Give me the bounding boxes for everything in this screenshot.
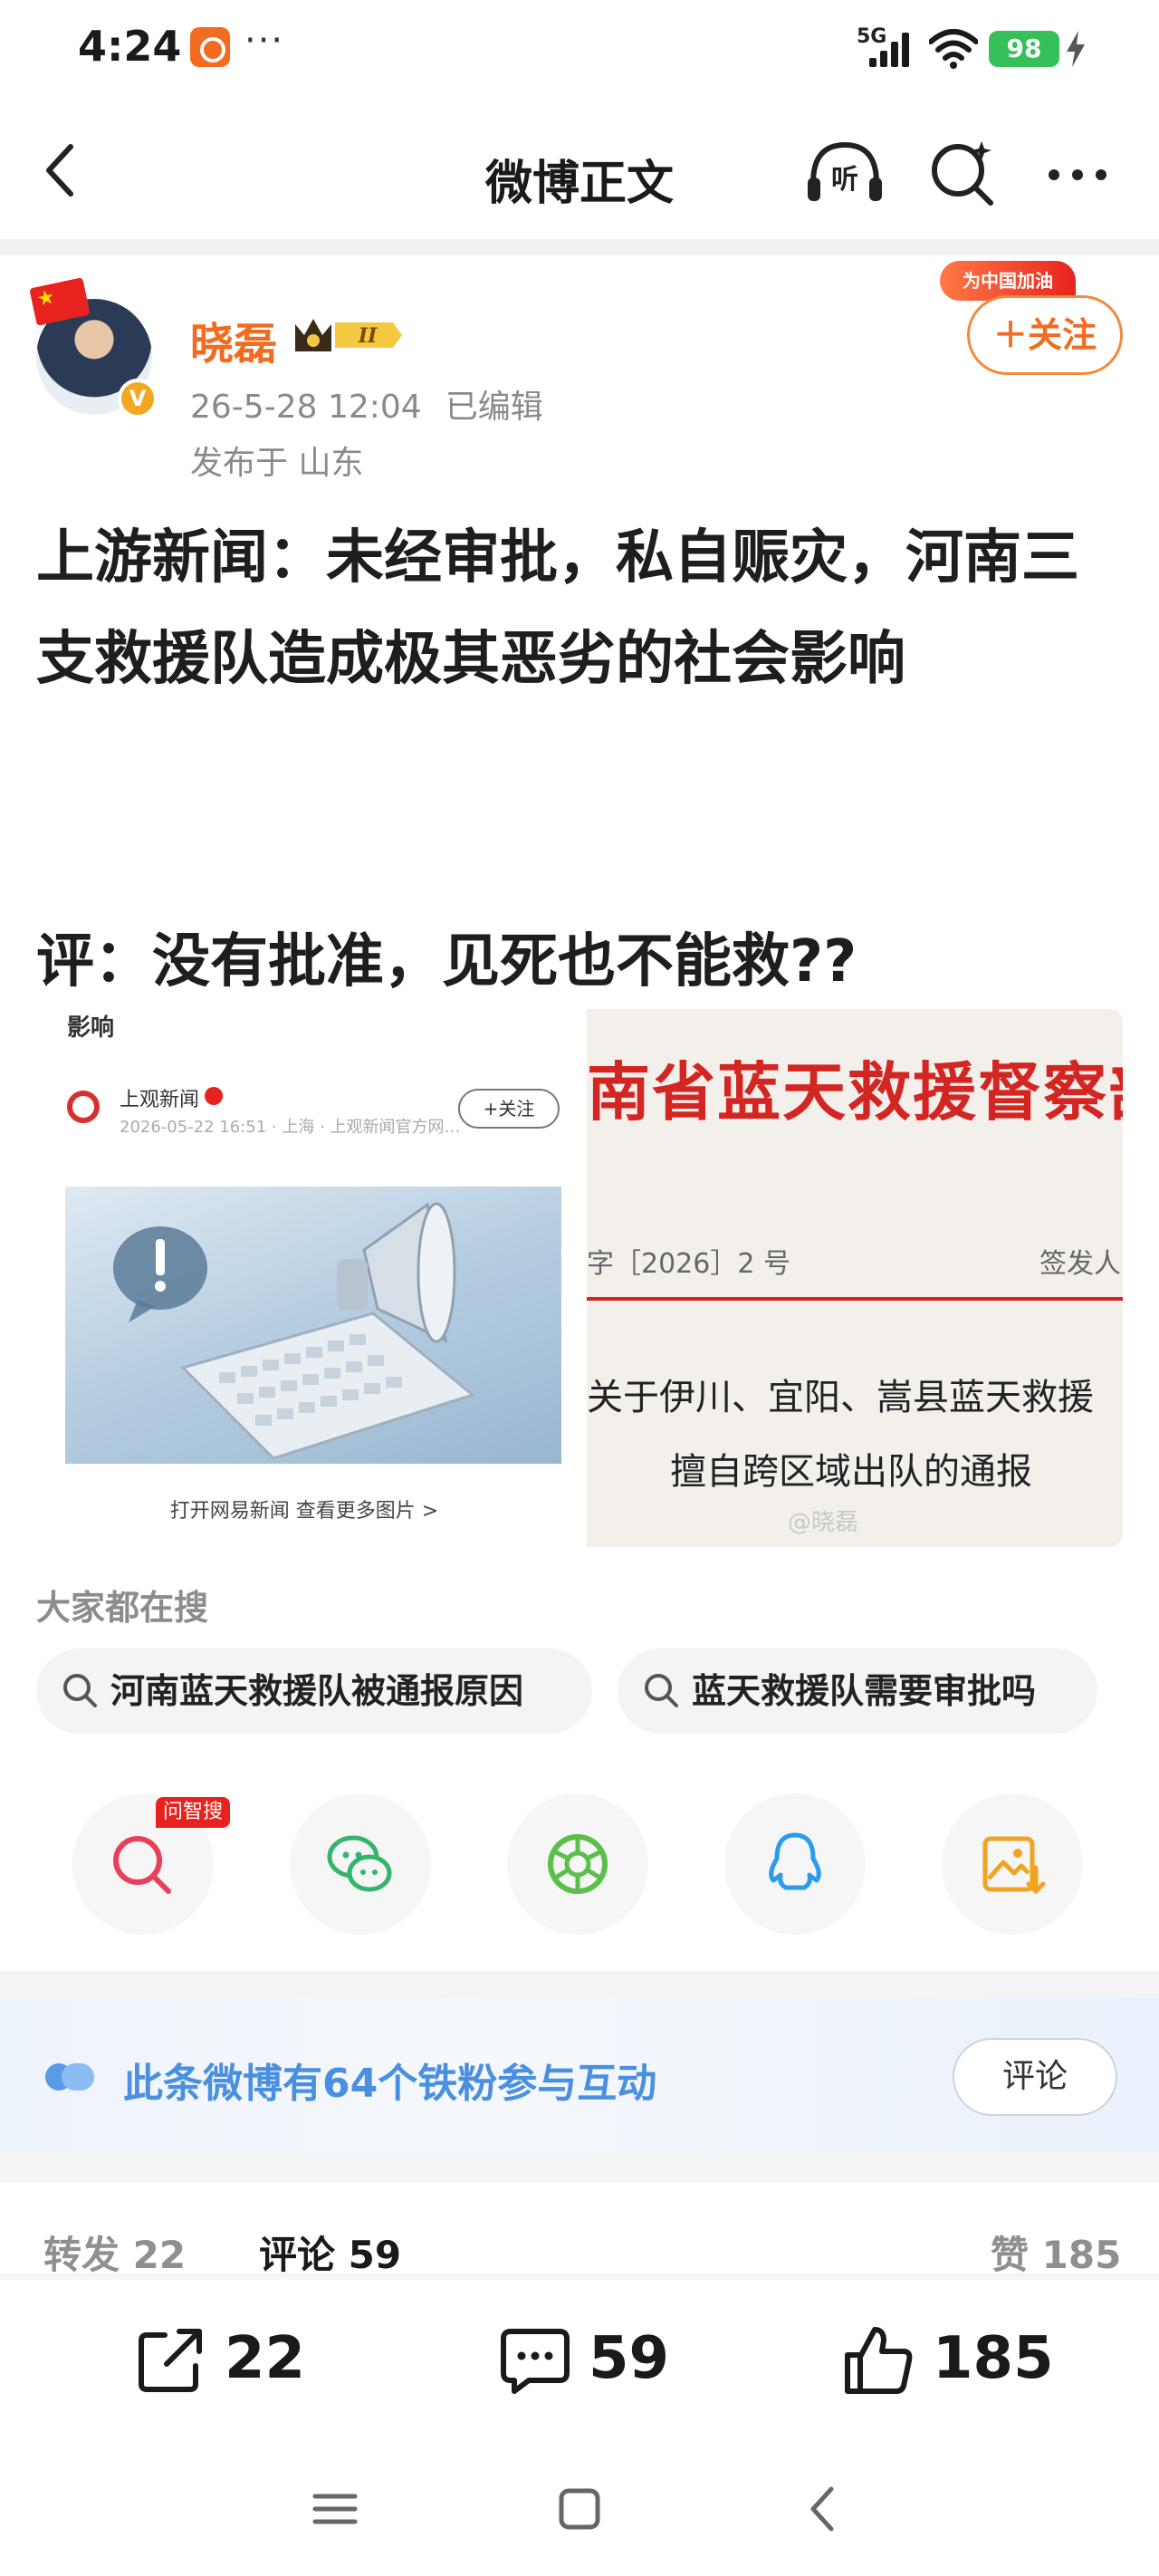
menu-icon[interactable] — [299, 2473, 371, 2545]
charging-icon — [1067, 31, 1085, 67]
trending-title: 大家都在搜 — [36, 1588, 209, 1628]
follow-button[interactable]: ＋关注 — [967, 295, 1123, 375]
save-image-button[interactable] — [942, 1793, 1083, 1935]
thumbs-up-icon — [845, 2327, 913, 2394]
fans-icon — [45, 2063, 94, 2091]
edited-label: 已编辑 — [445, 389, 543, 426]
news-logo-icon — [67, 1091, 100, 1123]
listen-icon[interactable]: 听 — [804, 136, 886, 208]
moments-icon — [548, 1834, 608, 1894]
author-name[interactable]: 晓磊 — [190, 308, 277, 371]
news-source: 上观新闻 — [120, 1089, 200, 1111]
ai-search-icon — [113, 1836, 171, 1894]
page-title: 微博正文 — [484, 157, 674, 211]
document-header: 南省蓝天救援督察部 — [587, 1055, 1123, 1129]
post-date: 26-5-28 12:04 — [190, 389, 422, 426]
search-icon[interactable] — [927, 138, 1000, 210]
news-follow-button: +关注 — [458, 1089, 560, 1129]
ai-search-tag: 问智搜 — [156, 1797, 230, 1828]
document-number: 字［2026］2 号 — [587, 1248, 790, 1280]
repost-button[interactable]: 22 — [134, 2322, 305, 2395]
verified-badge: V — [118, 379, 158, 418]
search-icon — [63, 1674, 97, 1707]
wechat-icon — [327, 1835, 392, 1892]
app-notification-icon — [190, 27, 230, 67]
share-qq-button[interactable] — [724, 1793, 866, 1935]
fans-text: 此条微博有64个铁粉参与互动 — [123, 2061, 657, 2107]
back-icon[interactable] — [33, 134, 87, 207]
image-cut-text: 影响 — [67, 1014, 115, 1042]
document-red-rule — [587, 1297, 1123, 1301]
trending-chip-label: 河南蓝天救援队被通报原因 — [110, 1671, 524, 1711]
wifi-icon — [929, 29, 978, 69]
tab-repost[interactable]: 转发 22 — [43, 2225, 186, 2280]
status-time: 4:24 — [78, 22, 182, 71]
post-image-2[interactable]: 南省蓝天救援督察部 字［2026］2 号 签发人 关于伊川、宜阳、嵩县蓝天救援 … — [587, 1009, 1123, 1547]
post-comment: 评：没有批准，见死也不能救?? — [36, 928, 857, 995]
divider — [0, 2273, 1159, 2281]
trending-chip[interactable]: 蓝天救援队需要审批吗 — [618, 1648, 1097, 1734]
post-meta: 26-5-28 12:04 已编辑 — [190, 380, 567, 428]
search-icon — [645, 1674, 678, 1707]
post-location: 发布于 山东 — [190, 445, 364, 482]
listen-icon-label: 听 — [831, 164, 858, 196]
share-wechat-button[interactable] — [290, 1793, 431, 1935]
more-notifications-icon: ··· — [244, 20, 285, 62]
divider — [0, 1971, 1159, 1998]
megaphone-keyboard-illustration — [65, 1187, 561, 1464]
divider — [0, 239, 1159, 255]
post-image-1[interactable]: 影响 上观新闻 2026-05-22 16:51 · 上海 · 上观新闻官方网…… — [36, 1009, 572, 1547]
divider — [0, 2152, 1159, 2183]
level-badge: II — [295, 319, 402, 351]
like-button[interactable]: 185 — [842, 2322, 1054, 2395]
battery-indicator: 98 — [989, 31, 1059, 67]
system-back-icon[interactable] — [788, 2473, 860, 2545]
home-icon[interactable] — [543, 2473, 616, 2545]
document-title-line-2: 擅自跨区域出队的通报 — [670, 1451, 1032, 1493]
repost-count: 22 — [225, 2325, 306, 2392]
share-moments-button[interactable] — [507, 1793, 648, 1935]
verified-icon — [205, 1087, 223, 1105]
post-text: 上游新闻：未经审批，私自赈灾，河南三支救援队造成极其恶劣的社会影响 — [36, 524, 1079, 693]
like-count: 185 — [933, 2325, 1054, 2392]
qq-icon — [769, 1832, 821, 1890]
weibo-watermark: @晓磊 — [788, 1509, 859, 1536]
document-title-line-1: 关于伊川、宜阳、嵩县蓝天救援 — [587, 1377, 1094, 1418]
news-meta: 2026-05-22 16:51 · 上海 · 上观新闻官方网… — [120, 1118, 461, 1137]
fans-comment-button[interactable]: 评论 — [953, 2038, 1117, 2116]
trending-chip[interactable]: 河南蓝天救援队被通报原因 — [36, 1648, 592, 1734]
open-app-link: 打开网易新闻 查看更多图片 > — [169, 1500, 439, 1523]
trending-chip-label: 蓝天救援队需要审批吗 — [692, 1671, 1037, 1711]
more-icon[interactable] — [1041, 152, 1114, 197]
save-image-icon — [982, 1836, 1046, 1895]
share-icon — [139, 2329, 202, 2392]
signal-icon — [869, 33, 915, 67]
tab-like[interactable]: 赞 185 — [991, 2225, 1121, 2280]
comment-count: 59 — [589, 2325, 670, 2392]
level-badge-label: II — [358, 324, 378, 348]
tab-comment[interactable]: 评论 59 — [259, 2225, 401, 2280]
document-signer: 签发人 — [1039, 1248, 1121, 1280]
comment-button[interactable]: 59 — [498, 2322, 669, 2395]
comment-icon — [501, 2329, 570, 2394]
